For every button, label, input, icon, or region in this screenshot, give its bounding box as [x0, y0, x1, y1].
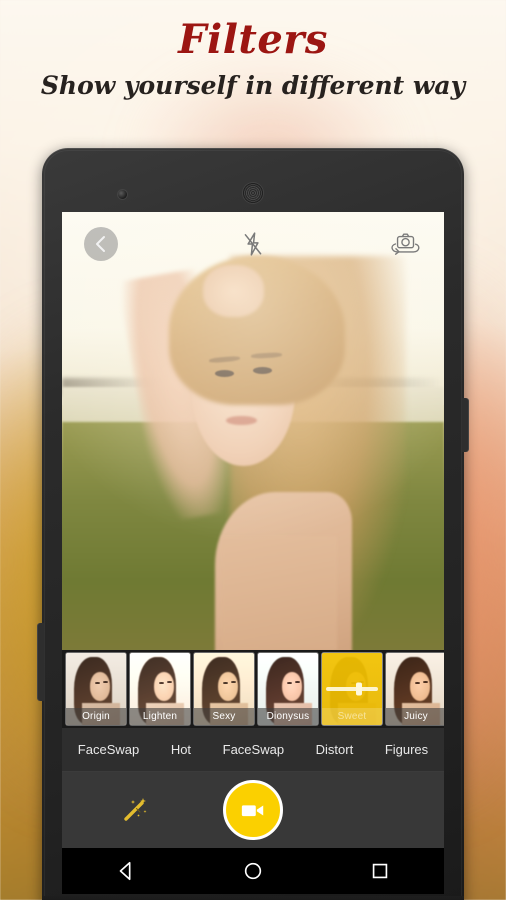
camera-action-bar: [62, 772, 444, 848]
filter-item-selected[interactable]: Sweet: [322, 653, 382, 725]
nav-recents-square-icon[interactable]: [369, 860, 391, 882]
page-subtitle: Show yourself in different way: [40, 71, 466, 100]
volume-rocker-button[interactable]: [37, 623, 44, 701]
video-camera-icon: [241, 804, 264, 816]
page-title: Filters: [178, 16, 328, 63]
tab-faceswap-1[interactable]: FaceSwap: [74, 738, 143, 761]
back-chevron-icon: [96, 236, 105, 252]
camera-top-controls: [62, 212, 444, 276]
phone-mockup: Origin Lighten Sexy Dionysus Sweet Juicy…: [37, 148, 469, 900]
filter-item[interactable]: Lighten: [130, 653, 190, 725]
category-tabbar[interactable]: FaceSwap Hot FaceSwap Distort Figures: [62, 728, 444, 772]
back-button[interactable]: [84, 227, 118, 261]
filter-label: Dionysus: [258, 708, 318, 725]
phone-bottom-bezel: [42, 896, 464, 900]
filter-label: Sweet: [322, 708, 382, 725]
tab-distort[interactable]: Distort: [312, 738, 358, 761]
filter-label: Lighten: [130, 708, 190, 725]
tab-faceswap-2[interactable]: FaceSwap: [219, 738, 288, 761]
flash-off-icon[interactable]: [240, 231, 266, 257]
record-button-wrap: [207, 780, 299, 840]
promo-screenshot: Filters Show yourself in different way O…: [0, 0, 506, 900]
record-button[interactable]: [222, 780, 283, 840]
promo-text-block: Filters Show yourself in different way: [0, 0, 506, 100]
filter-item[interactable]: Sexy: [194, 653, 254, 725]
filter-strip[interactable]: Origin Lighten Sexy Dionysus Sweet Juicy: [62, 650, 444, 728]
phone-screen: Origin Lighten Sexy Dionysus Sweet Juicy…: [62, 212, 444, 894]
filter-item[interactable]: Dionysus: [258, 653, 318, 725]
power-button[interactable]: [462, 398, 469, 452]
earpiece-speaker-icon: [243, 183, 263, 203]
camera-switch-icon[interactable]: [388, 231, 422, 257]
tab-hot[interactable]: Hot: [167, 738, 195, 761]
camera-preview[interactable]: [62, 212, 444, 650]
filter-label: Juicy: [386, 708, 444, 725]
front-camera-lens-icon: [118, 190, 127, 199]
filter-label: Origin: [66, 708, 126, 725]
filter-intensity-slider[interactable]: [326, 682, 378, 696]
tab-figures[interactable]: Figures: [381, 738, 432, 761]
nav-back-triangle-icon[interactable]: [115, 860, 137, 882]
filter-item[interactable]: Juicy: [386, 653, 444, 725]
filter-item[interactable]: Origin: [66, 653, 126, 725]
android-navigation-bar[interactable]: [62, 848, 444, 894]
nav-home-circle-icon[interactable]: [242, 860, 264, 882]
filter-intensity-slider-knob[interactable]: [356, 682, 363, 696]
preview-light-glow: [62, 212, 444, 650]
magic-wand-button[interactable]: [62, 794, 207, 826]
magic-wand-icon: [123, 798, 147, 821]
filter-label: Sexy: [194, 708, 254, 725]
